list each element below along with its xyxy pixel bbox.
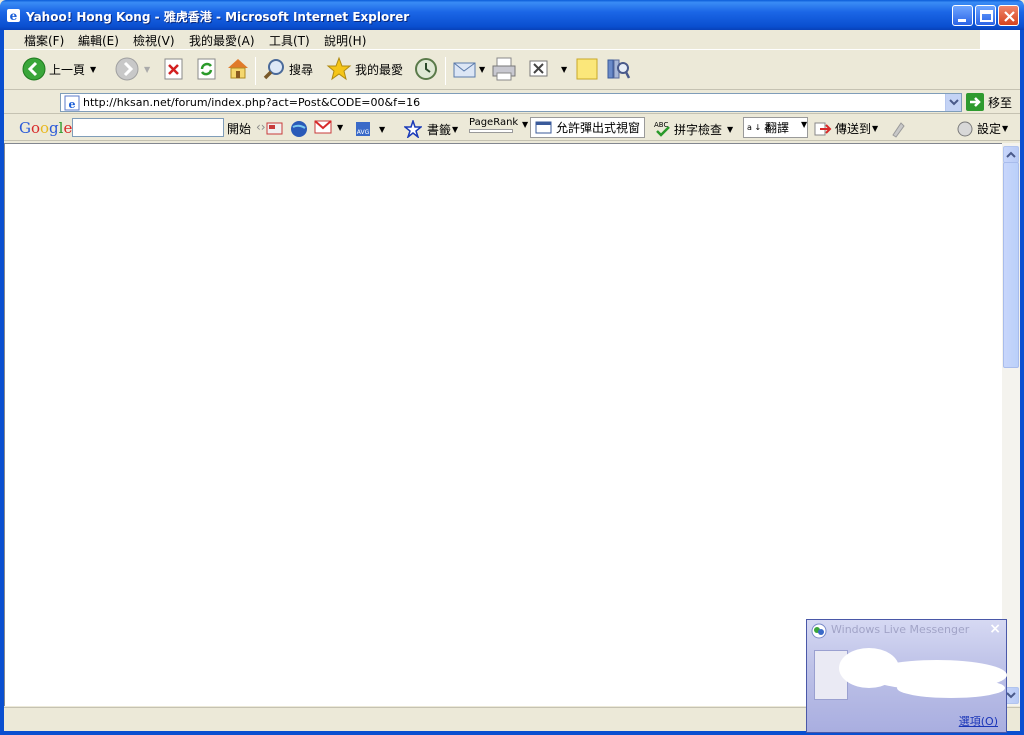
menu-bar: 檔案(F) 編輯(E) 檢視(V) 我的最愛(A) 工具(T) 說明(H) (4, 30, 980, 50)
standard-toolbar: 上一頁 ▼ ▼ 搜尋 我的最愛 ▼ ▼ (4, 51, 1020, 90)
pagerank-indicator[interactable]: PageRank (469, 117, 518, 133)
svg-text:e: e (69, 98, 76, 111)
menu-edit[interactable]: 編輯(E) (78, 32, 119, 49)
forward-dropdown-icon[interactable]: ▼ (144, 65, 150, 74)
close-icon (1004, 11, 1015, 22)
messenger-options-link[interactable]: 選項(O) (959, 713, 998, 729)
notes-button[interactable] (575, 57, 599, 81)
forward-button[interactable]: ▼ (115, 57, 150, 81)
mail-envelope-icon (453, 62, 476, 78)
messenger-title: Windows Live Messenger (831, 623, 970, 636)
highlighter-icon[interactable] (889, 120, 907, 138)
go-button[interactable]: 移至 (966, 93, 1012, 111)
resize-handle-icon[interactable]: ‹› (256, 120, 266, 134)
minimize-button[interactable] (952, 5, 973, 26)
favorites-star-icon (326, 56, 352, 81)
messenger-icon (811, 623, 827, 639)
chevron-up-icon (1006, 151, 1016, 158)
address-bar: e http://hksan.net/forum/index.php?act=P… (4, 91, 1020, 114)
stop-button[interactable] (164, 58, 184, 80)
print-button[interactable] (491, 57, 517, 81)
gmail-icon[interactable]: ▼ (314, 120, 343, 134)
spellcheck-icon: ABC (654, 121, 670, 137)
svg-text:ABC: ABC (654, 121, 668, 129)
messenger-popup[interactable]: Windows Live Messenger × 選項(O) (806, 619, 1007, 733)
research-books-icon (607, 59, 631, 79)
search-icon (263, 59, 284, 80)
history-button[interactable] (414, 57, 438, 81)
maximize-icon (980, 10, 993, 22)
sticky-note-icon (576, 58, 598, 80)
home-button[interactable] (226, 56, 250, 80)
google-search-button[interactable]: 開始 (227, 120, 251, 137)
back-dropdown-icon[interactable]: ▼ (90, 65, 96, 74)
svg-text:e: e (10, 9, 18, 23)
address-dropdown[interactable] (945, 94, 961, 111)
menu-file[interactable]: 檔案(F) (24, 32, 64, 49)
back-button[interactable]: 上一頁 ▼ (22, 57, 96, 81)
news-icon[interactable] (266, 120, 284, 136)
close-button[interactable] (998, 5, 1019, 26)
maximize-button[interactable] (975, 5, 996, 26)
edit-dropdown-icon[interactable]: ▼ (561, 65, 567, 74)
menu-help[interactable]: 說明(H) (324, 32, 366, 49)
address-input[interactable]: e http://hksan.net/forum/index.php?act=P… (60, 93, 962, 112)
favorites-button[interactable]: 我的最愛 (326, 56, 403, 82)
back-arrow-icon (22, 57, 46, 81)
history-clock-icon (415, 58, 437, 80)
settings-circle-icon (957, 121, 973, 136)
go-arrow-icon (966, 93, 984, 111)
page-icon: e (64, 95, 80, 111)
window-title: Yahoo! Hong Kong - 雅虎香港 - Microsoft Inte… (26, 10, 410, 24)
sendto-arrow-icon (814, 122, 832, 135)
edit-button[interactable]: ▼ (529, 60, 567, 78)
close-icon[interactable]: × (989, 621, 1001, 637)
translate-dropdown-icon[interactable]: ▼ (796, 120, 807, 129)
menu-tools[interactable]: 工具(T) (269, 32, 310, 49)
settings-button[interactable]: 設定 ▼ (957, 120, 1008, 137)
google-toolbar: Google 開始 ‹› ▼ AVG ▼ 書籤 ▼ PageRank ▼ 允許彈出… (4, 115, 1020, 141)
chevron-down-icon (949, 99, 959, 106)
search-button[interactable]: 搜尋 (262, 57, 313, 81)
printer-icon (492, 57, 516, 81)
sendto-button[interactable]: 傳送到 ▼ (814, 120, 878, 137)
spellcheck-button[interactable]: ABC 拼字檢查 ▼ (654, 120, 733, 138)
pagerank-bar (469, 129, 513, 133)
google-logo: Google (19, 119, 73, 137)
mail-dropdown-icon[interactable]: ▼ (479, 65, 485, 74)
address-url: http://hksan.net/forum/index.php?act=Pos… (83, 96, 421, 109)
menu-view[interactable]: 檢視(V) (133, 32, 175, 49)
frame-right (1020, 30, 1024, 735)
minimize-icon (958, 19, 966, 22)
edit-document-icon (529, 60, 548, 77)
scroll-thumb[interactable] (1003, 162, 1019, 368)
research-button[interactable] (605, 56, 631, 82)
google-search-input[interactable] (72, 118, 224, 137)
stop-icon (164, 58, 183, 80)
pagerank-dropdown-icon[interactable]: ▼ (517, 120, 528, 129)
earth-globe-icon[interactable] (290, 120, 308, 138)
forward-arrow-icon (115, 57, 139, 81)
refresh-icon (197, 58, 216, 80)
title-bar: e Yahoo! Hong Kong - 雅虎香港 - Microsoft In… (0, 0, 1024, 30)
popup-blocker-button[interactable]: 允許彈出式視窗 (530, 117, 646, 138)
bookmarks-button[interactable]: 書籤 ▼ (404, 120, 458, 138)
windows-logo-area (980, 30, 1020, 50)
svg-text:AVG: AVG (357, 129, 370, 136)
scroll-up-button[interactable] (1003, 146, 1019, 163)
bookmark-star-icon (404, 120, 422, 138)
refresh-button[interactable] (197, 58, 217, 80)
menu-favorites[interactable]: 我的最愛(A) (189, 32, 255, 49)
popup-window-icon (535, 121, 552, 133)
mail-button[interactable]: ▼ (453, 58, 485, 80)
avg-icon[interactable]: AVG ▼ (354, 120, 385, 138)
translate-icon: a ↓ あ (747, 122, 772, 132)
ie-icon: e (7, 9, 20, 23)
home-icon (228, 59, 248, 79)
